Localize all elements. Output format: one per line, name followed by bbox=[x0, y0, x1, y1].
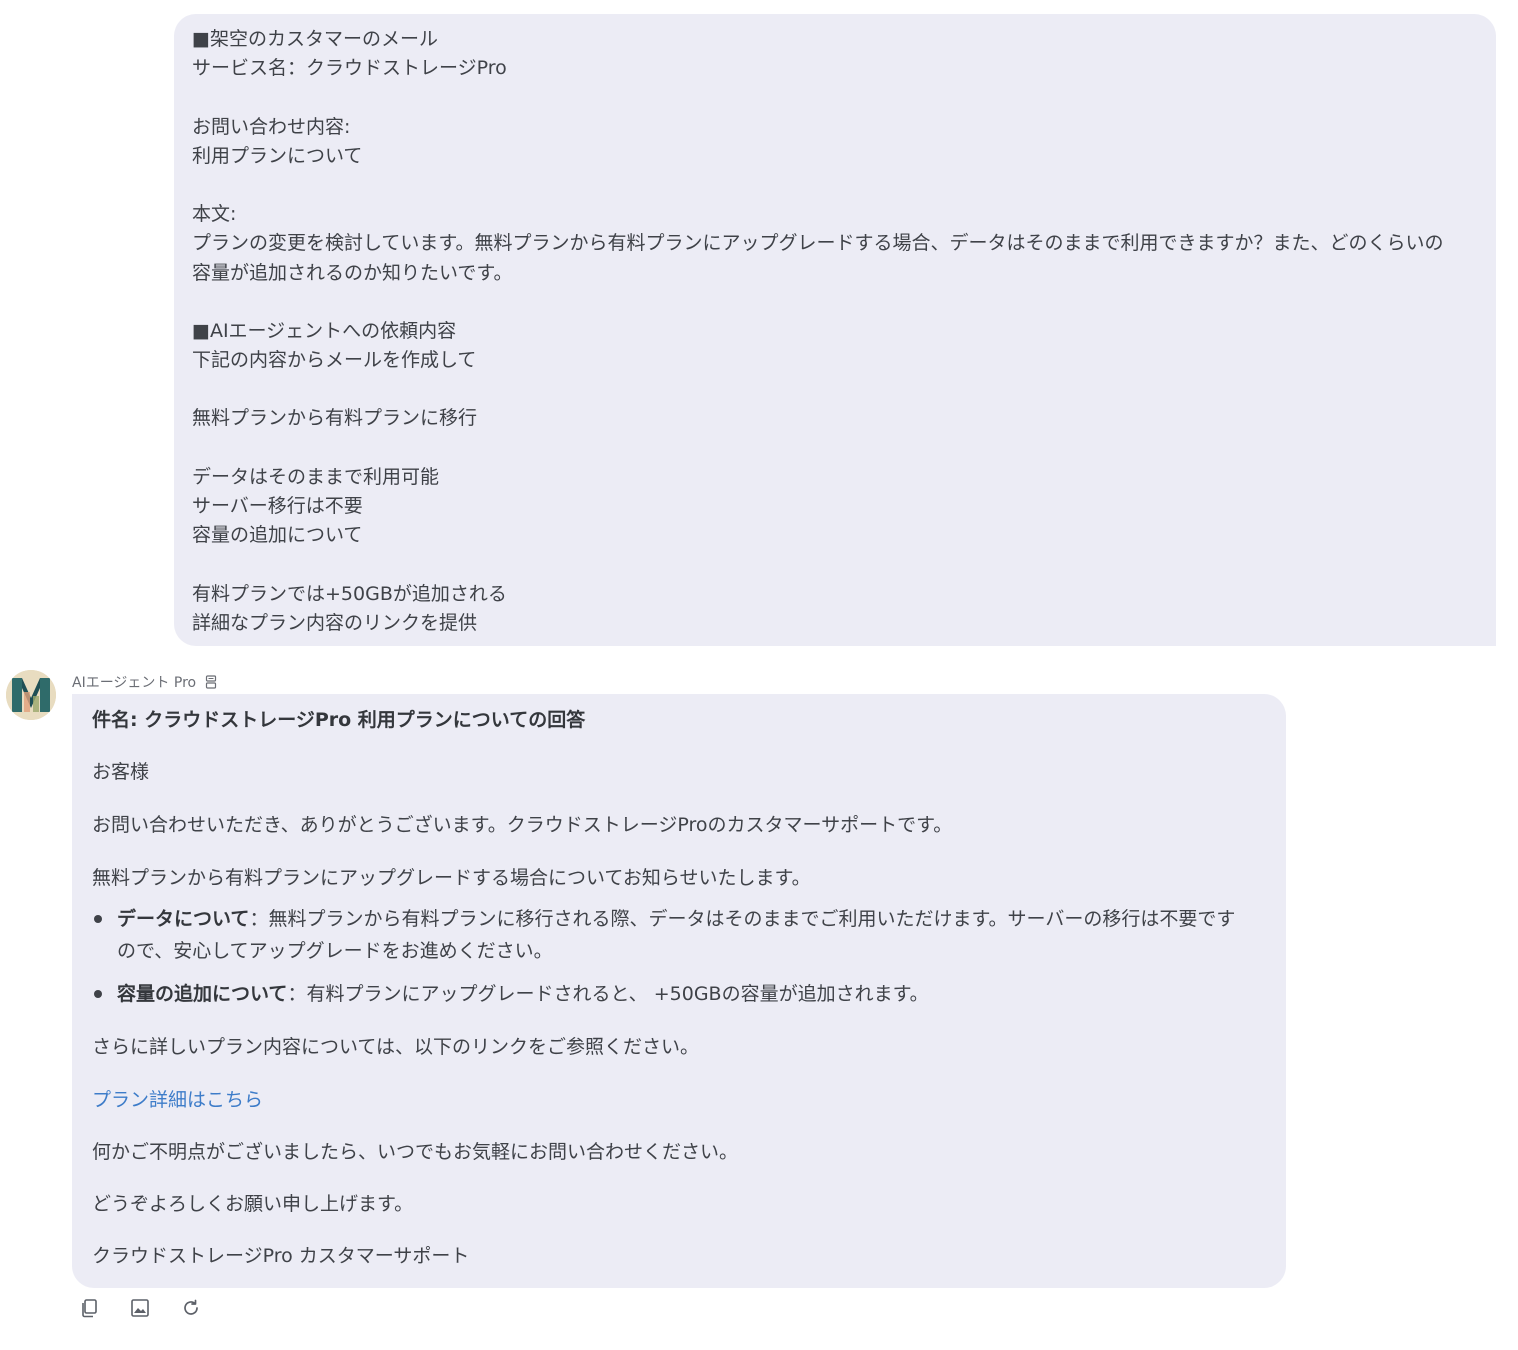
user-message-line: 有料プランでは+50GBが追加される bbox=[192, 582, 507, 605]
user-message-line: サービス名：クラウドストレージPro bbox=[192, 57, 507, 80]
user-message-line: プランの変更を検討しています。無料プランから有料プランにアップグレードする場合、… bbox=[192, 232, 1444, 255]
email-intro: お問い合わせいただき、ありがとうございます。クラウドストレージProのカスタマー… bbox=[92, 814, 953, 836]
user-message-line bbox=[192, 171, 1478, 200]
agent-name-text: AIエージェント Pro bbox=[72, 675, 197, 691]
user-message-line bbox=[192, 375, 1478, 404]
email-bullet-item: 容量の追加について：有料プランにアップグレードされると、 +50GBの容量が追加… bbox=[92, 978, 1252, 1010]
user-message-line: 本文: bbox=[192, 203, 237, 226]
image-icon[interactable] bbox=[128, 1296, 152, 1320]
agent-avatar[interactable] bbox=[6, 670, 56, 720]
user-message-line: ■架空のカスタマーのメール bbox=[192, 28, 438, 50]
email-signature: クラウドストレージPro カスタマーサポート bbox=[92, 1245, 470, 1267]
user-message-line: 容量の追加について bbox=[192, 524, 363, 547]
user-message-line: データはそのままで利用可能 bbox=[192, 465, 440, 488]
email-regards: どうぞよろしくお願い申し上げます。 bbox=[92, 1193, 414, 1215]
user-message-line: 無料プランから有料プランに移行 bbox=[192, 407, 478, 430]
user-message-line: サーバー移行は不要 bbox=[192, 495, 363, 517]
user-message-line bbox=[192, 434, 1478, 463]
agent-message-bubble: 件名: クラウドストレージPro 利用プランについての回答 お客様 お問い合わせ… bbox=[72, 694, 1286, 1288]
user-message-line: 容量が追加されるのか知りたいです。 bbox=[192, 261, 513, 284]
bullet-dot bbox=[94, 990, 102, 998]
copy-icon[interactable] bbox=[78, 1296, 102, 1320]
regenerate-icon[interactable] bbox=[179, 1296, 203, 1320]
bullet-dot bbox=[94, 915, 102, 923]
email-closing: 何かご不明点がございましたら、いつでもお気軽にお問い合わせください。 bbox=[92, 1141, 739, 1163]
email-lead: 無料プランから有料プランにアップグレードする場合についてお知らせいたします。 bbox=[92, 867, 811, 889]
email-more-info: さらに詳しいプラン内容については、以下のリンクをご参照ください。 bbox=[92, 1036, 700, 1058]
bullet-title: データについて bbox=[117, 908, 250, 930]
user-message-line bbox=[192, 83, 1478, 112]
email-bullet-item: データについて：無料プランから有料プランに移行される際、データはそのままでご利用… bbox=[92, 903, 1252, 967]
plan-details-link[interactable]: プラン詳細はこちら bbox=[92, 1087, 263, 1113]
user-message-bubble: ■架空のカスタマーのメール サービス名：クラウドストレージPro お問い合わせ内… bbox=[174, 14, 1496, 646]
chat-page: ■架空のカスタマーのメール サービス名：クラウドストレージPro お問い合わせ内… bbox=[0, 0, 1518, 1350]
user-message-line: ■AIエージェントへの依頼内容 bbox=[192, 319, 457, 342]
bullet-text: ：無料プランから有料プランに移行される際、データはそのままでご利用いただけます。… bbox=[117, 908, 1236, 962]
user-message-line bbox=[192, 288, 1478, 317]
email-greeting: お客様 bbox=[92, 761, 150, 783]
agent-badge-icon bbox=[205, 675, 217, 695]
bullet-text: ：有料プランにアップグレードされると、 +50GBの容量が追加されます。 bbox=[287, 983, 929, 1005]
user-message-line: 利用プランについて bbox=[192, 144, 363, 167]
agent-name-label: AIエージェント Pro bbox=[72, 673, 217, 695]
user-message-line: 詳細なプラン内容のリンクを提供 bbox=[192, 611, 478, 634]
user-message-line: お問い合わせ内容: bbox=[192, 115, 351, 138]
user-message-line bbox=[192, 550, 1478, 579]
agent-avatar-image bbox=[6, 670, 56, 720]
email-subject: 件名: クラウドストレージPro 利用プランについての回答 bbox=[92, 709, 586, 731]
bullet-title: 容量の追加について bbox=[117, 983, 288, 1005]
user-message-line: 下記の内容からメールを作成して bbox=[192, 349, 477, 372]
